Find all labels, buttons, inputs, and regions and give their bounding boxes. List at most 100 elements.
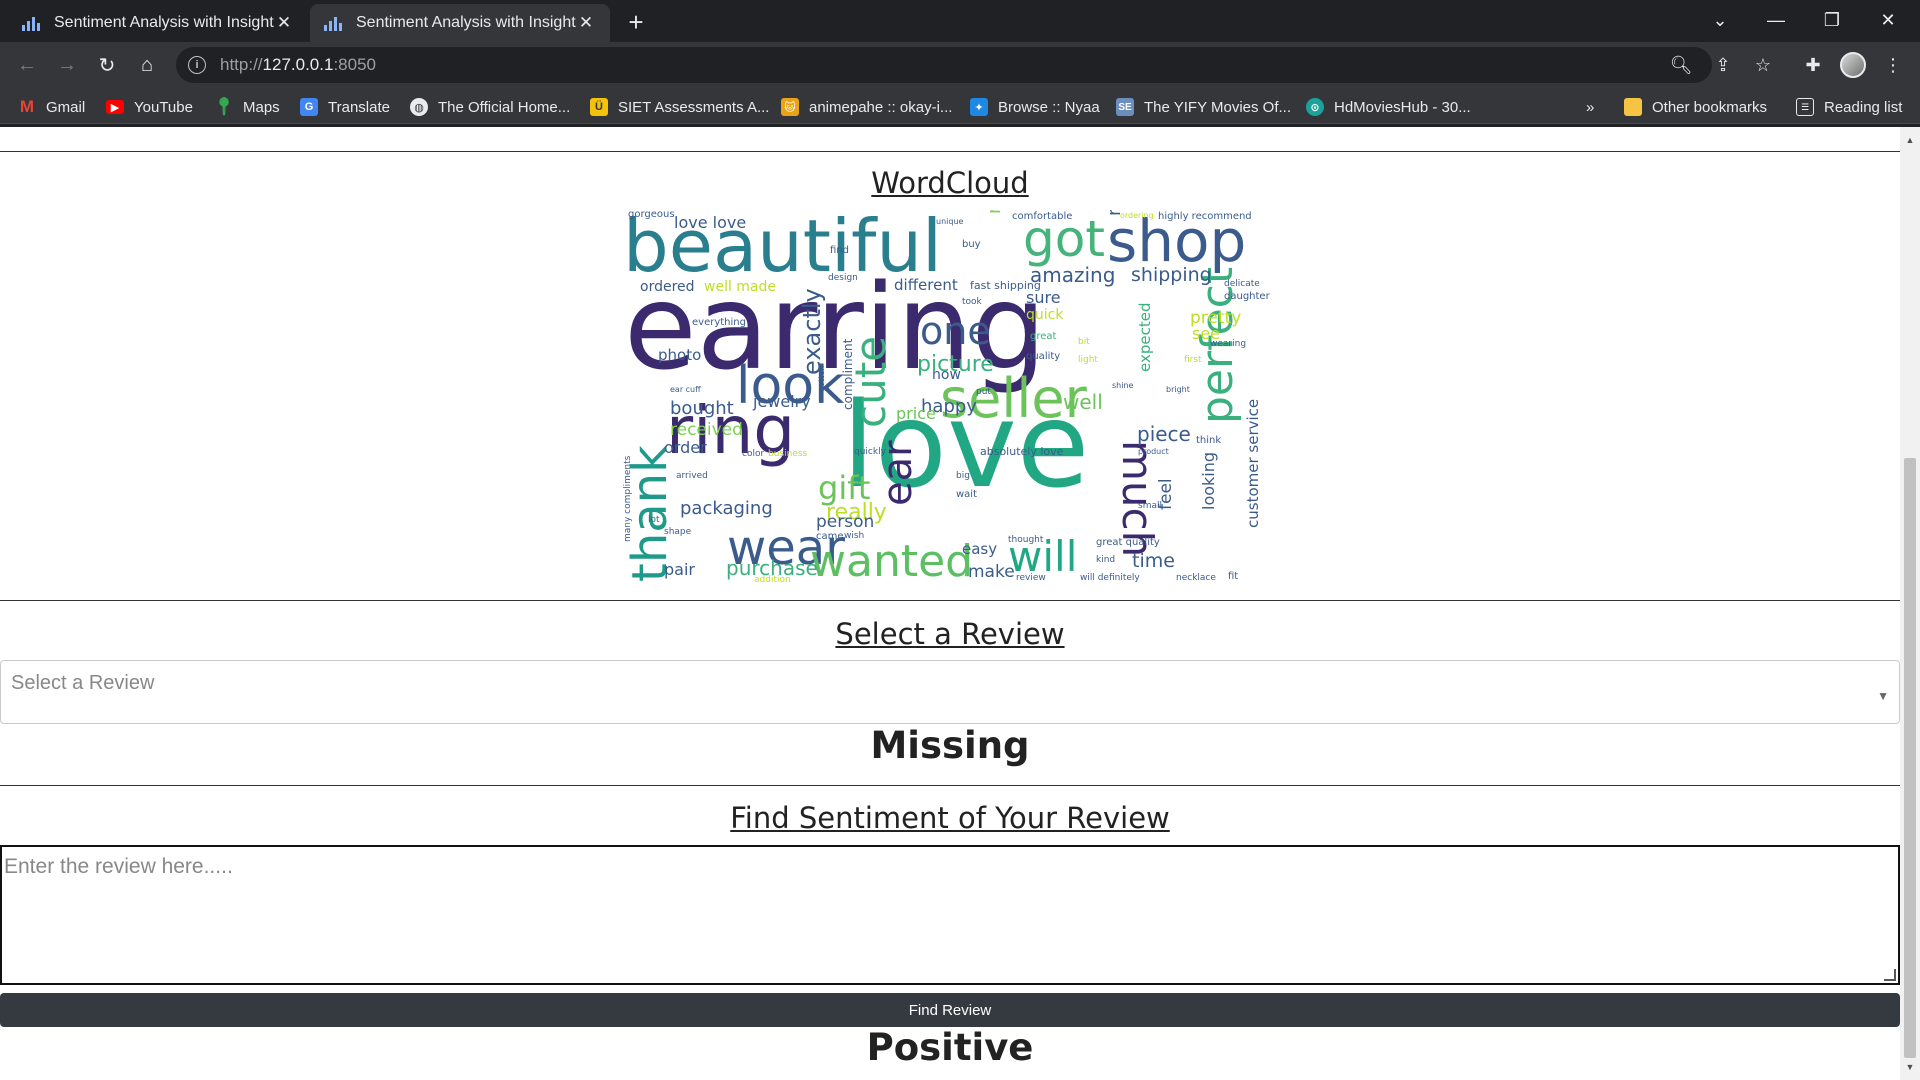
avatar[interactable] xyxy=(1840,52,1866,78)
yify-icon: SE xyxy=(1116,98,1134,116)
wordcloud-word: quick xyxy=(1026,307,1064,323)
wordcloud-word: comfortable xyxy=(1012,211,1073,222)
wordcloud-word: review xyxy=(1016,573,1046,583)
zoom-icon[interactable]: 🔍︎ xyxy=(1668,52,1694,78)
folder-icon xyxy=(1624,98,1642,116)
wordcloud-word: shape xyxy=(664,527,692,537)
wordcloud-word: everything xyxy=(692,317,746,328)
bookmark-siet[interactable]: Ü SIET Assessments A... xyxy=(590,96,769,118)
wordcloud-word: person xyxy=(816,512,875,532)
wordcloud-word: great quality xyxy=(1096,537,1160,548)
wordcloud-word: shine xyxy=(1112,381,1134,390)
star-icon[interactable]: ☆ xyxy=(1750,52,1776,78)
wordcloud-word: arrived xyxy=(676,471,708,481)
tab-title: Sentiment Analysis with Insights xyxy=(54,14,274,31)
bookmark-hdmovieshub[interactable]: ⊙ HdMoviesHub - 30... xyxy=(1306,96,1471,118)
wordcloud-word: came xyxy=(816,531,844,542)
wordcloud-word: thought xyxy=(1008,535,1044,545)
wordcloud-word: fast shipping xyxy=(970,279,1041,292)
back-icon[interactable]: ← xyxy=(12,50,42,80)
wordcloud-word: one xyxy=(920,309,991,353)
wordcloud-word: will definitely xyxy=(1080,573,1140,583)
wordcloud-word: bright xyxy=(1166,385,1190,394)
new-tab-icon[interactable]: + xyxy=(622,7,650,37)
wordcloud-word: wanted xyxy=(810,536,974,587)
resize-handle-icon[interactable] xyxy=(1884,969,1896,981)
wordcloud-word: bought xyxy=(670,398,734,419)
wordcloud-word: packaging xyxy=(680,498,773,519)
bookmark-nyaa[interactable]: ✦ Browse :: Nyaa xyxy=(970,96,1100,118)
wordcloud-word: small xyxy=(1138,501,1162,511)
siet-icon: Ü xyxy=(590,98,608,116)
wordcloud-word: make xyxy=(968,562,1015,582)
wordcloud-word: compliment xyxy=(841,338,855,410)
address-bar[interactable]: i http://127.0.0.1:8050 xyxy=(176,47,1712,83)
tab-sentiment-1[interactable]: Sentiment Analysis with Insights ✕ xyxy=(8,4,308,42)
select-result-label: Missing xyxy=(870,724,1030,767)
menu-icon[interactable]: ⋮ xyxy=(1880,52,1906,78)
bookmark-youtube[interactable]: ▶ YouTube xyxy=(106,96,193,118)
bookmark-official-home[interactable]: ◍ The Official Home... xyxy=(410,96,570,118)
hdmovieshub-icon: ⊙ xyxy=(1306,98,1324,116)
wordcloud-word: price xyxy=(896,404,936,423)
divider xyxy=(0,600,1900,601)
home-icon[interactable]: ⌂ xyxy=(132,50,162,80)
wordcloud-image: earring beautiful love ring look seller shop go… xyxy=(618,210,1278,590)
wordcloud-word: beautiful xyxy=(623,210,942,288)
window-close-icon[interactable]: ✕ xyxy=(1860,0,1916,40)
review-dropdown[interactable]: Select a Review ▼ xyxy=(0,660,1900,724)
bookmark-gmail[interactable]: M Gmail xyxy=(18,96,85,118)
restore-icon[interactable]: ❐ xyxy=(1804,0,1860,40)
find-review-button[interactable]: Find Review xyxy=(0,993,1900,1027)
close-icon[interactable]: ✕ xyxy=(576,13,596,33)
wordcloud-word: love love xyxy=(674,213,747,232)
wordcloud-word: ordered xyxy=(640,279,695,295)
scroll-up-icon[interactable]: ▲ xyxy=(1904,135,1916,147)
scroll-thumb[interactable] xyxy=(1904,458,1916,1058)
scroll-down-icon[interactable]: ▼ xyxy=(1904,1062,1916,1074)
globe-icon: ◍ xyxy=(410,98,428,116)
select-review-title: Select a Review xyxy=(835,617,1065,651)
wordcloud-word: well made xyxy=(704,279,777,295)
wordcloud-word: quickly xyxy=(854,447,886,457)
close-icon[interactable]: ✕ xyxy=(274,13,294,33)
wordcloud-word: unique xyxy=(936,217,964,226)
bookmark-translate[interactable]: G Translate xyxy=(300,96,390,118)
wordcloud-word: received xyxy=(670,420,743,440)
wordcloud-word: ear cuff xyxy=(670,385,701,394)
extensions-icon[interactable]: ✚ xyxy=(1800,52,1826,78)
wordcloud-word: find xyxy=(830,245,849,256)
url-text: http://127.0.0.1:8050 xyxy=(220,55,376,74)
bookmark-yify[interactable]: SE The YIFY Movies Of... xyxy=(1116,96,1291,118)
wordcloud-word: shipping xyxy=(1131,264,1212,286)
wordcloud-word: amazing xyxy=(1030,263,1116,287)
wordcloud-word: nice xyxy=(984,210,1005,214)
forward-icon[interactable]: → xyxy=(52,50,82,80)
chevron-down-icon[interactable]: ▼ xyxy=(1877,689,1889,703)
bookmark-animepahe[interactable]: 🐱︎ animepahe :: okay-i... xyxy=(781,96,952,118)
bookmark-maps[interactable]: 📍︎ Maps xyxy=(213,96,279,118)
wordcloud-word: cute xyxy=(846,335,895,428)
page-viewport: WordCloud earring beautiful love ring look se… xyxy=(0,127,1900,1080)
wordcloud-word: buy xyxy=(962,239,981,250)
wordcloud-word: easy xyxy=(962,540,998,558)
wordcloud-word: necklace xyxy=(1176,573,1216,583)
wordcloud-word: great xyxy=(1030,331,1057,342)
minimize-icon[interactable]: — xyxy=(1748,0,1804,40)
wordcloud-word: addition xyxy=(754,575,791,585)
reload-icon[interactable]: ↻ xyxy=(92,50,122,80)
wordcloud-word: quality xyxy=(1026,351,1061,362)
tab-title: Sentiment Analysis with Insights xyxy=(356,14,576,31)
tab-sentiment-2[interactable]: Sentiment Analysis with Insights ✕ xyxy=(310,4,610,42)
other-bookmarks[interactable]: Other bookmarks xyxy=(1624,96,1767,118)
wordcloud-word: customer service xyxy=(1244,398,1262,528)
tab-search-icon[interactable]: ⌄ xyxy=(1692,0,1748,40)
review-textarea[interactable]: Enter the review here..... xyxy=(0,845,1900,985)
more-bookmarks-icon[interactable]: » xyxy=(1586,96,1594,118)
reading-list[interactable]: ☰ Reading list xyxy=(1796,96,1902,118)
wordcloud-title: WordCloud xyxy=(871,166,1029,200)
share-icon[interactable]: ⇪ xyxy=(1710,52,1736,78)
page-scrollbar[interactable]: ▲ ▼ xyxy=(1900,127,1920,1080)
info-icon[interactable]: i xyxy=(188,56,206,74)
browser-chrome: Sentiment Analysis with Insights ✕ Senti… xyxy=(0,0,1920,127)
